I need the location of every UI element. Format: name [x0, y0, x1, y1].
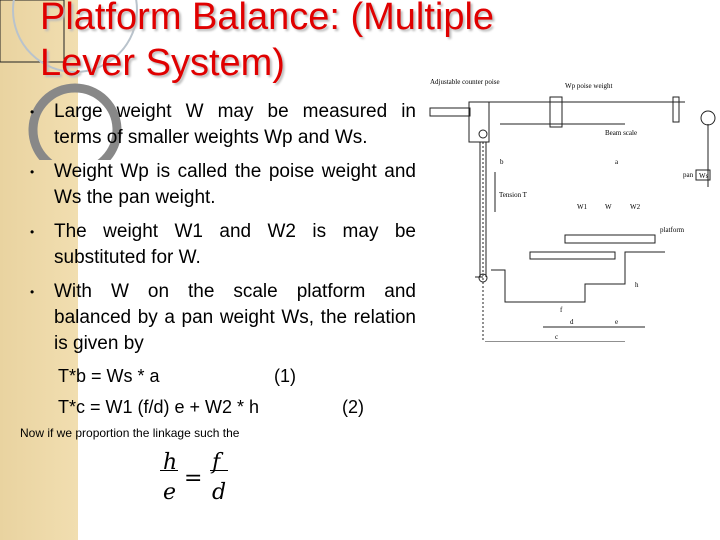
bullet: • Large weight W may be measured in terms…	[30, 99, 416, 151]
bullet: • The weight W1 and W2 is may be substitu…	[30, 219, 416, 271]
label-b: b	[500, 158, 504, 166]
label-w: W	[605, 203, 612, 211]
label-w1: W1	[577, 203, 588, 211]
bullet-icon: •	[30, 225, 35, 239]
bullet-text: The weight W1 and W2 is may be substitut…	[54, 221, 416, 268]
label-ws: Ws	[699, 172, 709, 180]
equation-2: T*c = W1 (f/d) e + W2 * h	[58, 397, 260, 417]
frac-f: f	[212, 450, 221, 475]
bullet: • With W on the scale platform and balanc…	[30, 279, 416, 357]
bullet-icon: •	[30, 285, 35, 299]
label-a: a	[615, 158, 619, 166]
label-w2: W2	[630, 203, 641, 211]
frac-eq: =	[184, 466, 203, 491]
label-h: h	[635, 281, 639, 289]
label-tension: Tension T	[499, 191, 528, 199]
title-line-1: Platform Balance: (Multiple	[40, 0, 495, 38]
bullet-icon: •	[30, 105, 35, 119]
bullet-icon: •	[30, 165, 35, 179]
label-beam: Beam scale	[605, 129, 637, 137]
label-pan: pan	[683, 171, 694, 179]
label-d: d	[570, 318, 574, 326]
equation-1: T*b = Ws * a	[58, 366, 160, 386]
label-e: e	[615, 318, 618, 326]
frac-d: d	[212, 480, 227, 505]
bullet-text: Large weight W may be measured in terms …	[54, 101, 416, 148]
bullet-text: With W on the scale platform and balance…	[54, 281, 416, 354]
label-counter: Adjustable counter poise	[430, 78, 500, 86]
frac-h: h	[163, 450, 178, 475]
label-poise: Wp poise weight	[565, 82, 612, 90]
note-text: Now if we proportion the linkage such th…	[20, 426, 240, 440]
bullet-text: Weight Wp is called the poise weight and…	[54, 161, 416, 208]
label-platform: platform	[660, 226, 685, 234]
lever-diagram: Adjustable counter poise Wp poise weight…	[429, 78, 716, 342]
label-f: f	[560, 306, 563, 314]
equation-2-number: (2)	[342, 397, 364, 417]
frac-e: e	[163, 480, 177, 505]
equation-1-number: (1)	[274, 366, 296, 386]
bullet: • Weight Wp is called the poise weight an…	[30, 159, 416, 211]
label-c: c	[555, 333, 558, 341]
